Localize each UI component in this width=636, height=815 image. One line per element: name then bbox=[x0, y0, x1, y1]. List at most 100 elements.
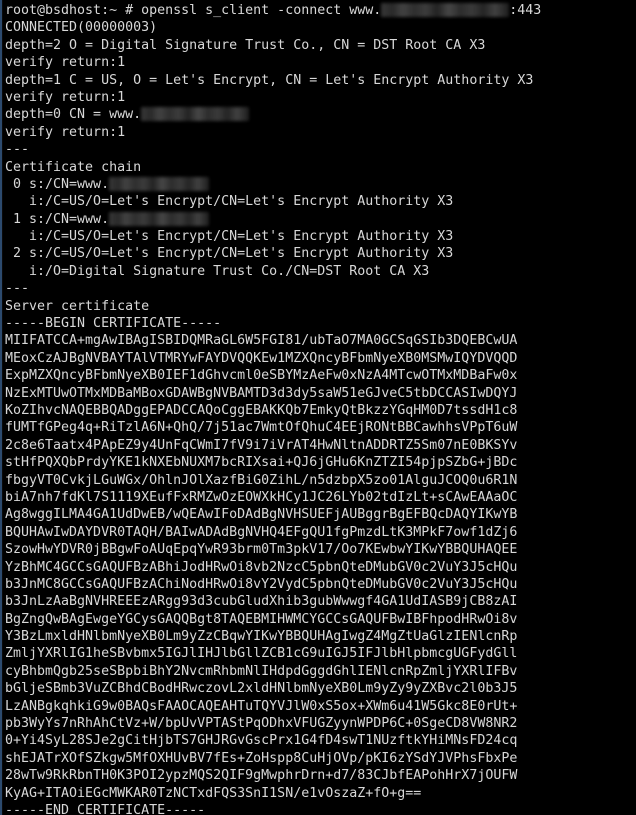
certificate-base64-line: SzowHwYDVR0jBBgwFoAUqEpqYwR93brm0Tm3pkV1… bbox=[5, 542, 518, 558]
line-text: --- bbox=[5, 142, 30, 158]
terminal-line: b3JnLzAaBgNVHREEEzARgg93d3cubGludXhib3gu… bbox=[5, 593, 636, 610]
line-text: verify return:1 bbox=[5, 124, 126, 140]
certificate-base64-line: b3JnLzAaBgNVHREEEzARgg93d3cubGludXhib3gu… bbox=[5, 594, 518, 610]
terminal-line: 1 s:/CN=www. bbox=[5, 211, 636, 228]
line-text: depth=1 C = US, O = Let's Encrypt, CN = … bbox=[5, 72, 534, 88]
terminal-line: MIIFATCCA+mgAwIBAgISBIDQMRaGL6W5FGI81/ub… bbox=[5, 332, 636, 349]
certificate-base64-line: Ag8wggILMA4GA1UdDwEB/wQEAwIFoDAdBgNVHSUE… bbox=[5, 507, 518, 523]
terminal-line: depth=2 O = Digital Signature Trust Co.,… bbox=[5, 37, 636, 54]
certificate-base64-line: stHfPQXQbPrdyYKE1kNXEbNUXM7bcRIXsai+QJ6j… bbox=[5, 455, 518, 471]
terminal-line: verify return:1 bbox=[5, 124, 636, 141]
terminal-line: --- bbox=[5, 141, 636, 158]
certificate-base64-line: LzANBgkqhkiG9w0BAQsFAAOCAQEAHTuTQYVJlW0x… bbox=[5, 698, 518, 714]
terminal-line: i:/C=US/O=Let's Encrypt/CN=Let's Encrypt… bbox=[5, 193, 636, 210]
terminal-line: 28wTw9RkRbnTH0K3POI2ypzMQS2QIF9gMwphrDrn… bbox=[5, 767, 636, 784]
line-text: depth=2 O = Digital Signature Trust Co.,… bbox=[5, 37, 486, 53]
terminal-output-area[interactable]: root@bsdhost:~ # openssl s_client -conne… bbox=[3, 0, 636, 815]
certificate-base64-line: KoZIhvcNAQEBBQADggEPADCCAQoCggEBAKKQb7Em… bbox=[5, 402, 518, 418]
line-text: 0 s:/CN=www. bbox=[5, 176, 110, 192]
terminal-line: SzowHwYDVR0jBBgwFoAUqEpqYwR93brm0Tm3pkV1… bbox=[5, 541, 636, 558]
line-text: Server certificate bbox=[5, 298, 150, 314]
line-text: --- bbox=[5, 281, 30, 297]
line-text: -----END CERTIFICATE----- bbox=[5, 802, 206, 815]
line-text: -----BEGIN CERTIFICATE----- bbox=[5, 316, 222, 332]
certificate-base64-line: b3JnMC8GCCsGAQUFBzAChiNodHRwOi8vY2VydC5p… bbox=[5, 576, 518, 592]
terminal-line: MEoxCzAJBgNVBAYTAlVTMRYwFAYDVQQKEw1MZXQn… bbox=[5, 350, 636, 367]
terminal-line: i:/O=Digital Signature Trust Co./CN=DST … bbox=[5, 263, 636, 280]
line-text: 1 s:/CN=www. bbox=[5, 211, 110, 227]
terminal-line: cyBhbmQgb25seSBpbiBhY2NvcmRhbmNlIHdpdGgg… bbox=[5, 663, 636, 680]
line-text: CONNECTED(00000003) bbox=[5, 20, 158, 36]
terminal-line: BgZngQwBAgEwgeYGCysGAQQBgt8TAQEBMIHWMCYG… bbox=[5, 611, 636, 628]
certificate-base64-line: pb3WyYs7nRhAhCtVz+W/bpUvVPTAStPqODhxVFUG… bbox=[5, 716, 518, 732]
terminal-line: Ag8wggILMA4GA1UdDwEB/wQEAwIFoDAdBgNVHSUE… bbox=[5, 506, 636, 523]
certificate-base64-line: shEJATrXOfSZkgw5MfOXHUvBV7fEs+ZoHspp8CuH… bbox=[5, 750, 518, 766]
terminal-line: YzBhMC4GCCsGAQUFBzABhiJodHRwOi8vb2NzcC5p… bbox=[5, 559, 636, 576]
terminal-line: b3JnMC8GCCsGAQUFBzAChiNodHRwOi8vY2VydC5p… bbox=[5, 576, 636, 593]
terminal-line: fUMTfGPeg4q+RiTzlA6N+QhQ/7j51ac7WmtOfQhu… bbox=[5, 419, 636, 436]
terminal-line: NzExMTUwOTMxMDBaMBoxGDAWBgNVBAMTD3d3dy5s… bbox=[5, 385, 636, 402]
certificate-base64-line: biA7nh7fdKl7S1119XEufFxRMZwOzEOWXkHCy1JC… bbox=[5, 489, 518, 505]
certificate-base64-line: ZmljYXRlIG1heSBvbmx5IGJlIHJlbGllZCB1cG9u… bbox=[5, 646, 518, 662]
terminal-line: biA7nh7fdKl7S1119XEufFxRMZwOzEOWXkHCy1JC… bbox=[5, 489, 636, 506]
certificate-base64-line: 0+Yi4SyL28SJe2gCitHjbTS7GHJRGvGscPrx1G4f… bbox=[5, 733, 518, 749]
line-text: verify return:1 bbox=[5, 55, 126, 71]
terminal-line: 0+Yi4SyL28SJe2gCitHjbTS7GHJRGvGscPrx1G4f… bbox=[5, 732, 636, 749]
certificate-base64-line: KyAG+ITAOiEGcMWKAR0TzNCTxdFQS3SnI1SN/e1v… bbox=[5, 785, 422, 801]
terminal-line: pb3WyYs7nRhAhCtVz+W/bpUvVPTAStPqODhxVFUG… bbox=[5, 715, 636, 732]
terminal-line: depth=1 C = US, O = Let's Encrypt, CN = … bbox=[5, 72, 636, 89]
line-text: 2 s:/C=US/O=Let's Encrypt/CN=Let's Encry… bbox=[5, 246, 454, 262]
certificate-base64-line: 2c8e6Taatx4PApEZ9y4UnFqCWmI7fV9i7iVrAT4H… bbox=[5, 437, 518, 453]
certificate-base64-line: BQUHAwIwDAYDVR0TAQH/BAIwADAdBgNVHQ4EFgQU… bbox=[5, 524, 518, 540]
terminal-line: root@bsdhost:~ # openssl s_client -conne… bbox=[5, 2, 636, 19]
certificate-base64-line: 28wTw9RkRbnTH0K3POI2ypzMQS2QIF9gMwphrDrn… bbox=[5, 768, 518, 784]
terminal-line: ExpMZXQncyBFbmNyeXB0IEF1dGhvcml0eSBYMzAe… bbox=[5, 367, 636, 384]
terminal-line: 2c8e6Taatx4PApEZ9y4UnFqCWmI7fV9i7iVrAT4H… bbox=[5, 437, 636, 454]
terminal-window[interactable]: root@bsdhost:~ # openssl s_client -conne… bbox=[0, 0, 636, 815]
certificate-base64-line: BgZngQwBAgEwgeYGCysGAQQBgt8TAQEBMIHWMCYG… bbox=[5, 611, 518, 627]
certificate-base64-line: YzBhMC4GCCsGAQUFBzABhiJodHRwOi8vb2NzcC5p… bbox=[5, 559, 518, 575]
terminal-line: LzANBgkqhkiG9w0BAQsFAAOCAQEAHTuTQYVJlW0x… bbox=[5, 698, 636, 715]
terminal-line: 0 s:/CN=www. bbox=[5, 176, 636, 193]
terminal-line: BQUHAwIwDAYDVR0TAQH/BAIwADAdBgNVHQ4EFgQU… bbox=[5, 524, 636, 541]
terminal-line: KyAG+ITAOiEGcMWKAR0TzNCTxdFQS3SnI1SN/e1v… bbox=[5, 785, 636, 802]
line-text: verify return:1 bbox=[5, 89, 126, 105]
terminal-line: depth=0 CN = www. bbox=[5, 106, 636, 123]
certificate-base64-line: ExpMZXQncyBFbmNyeXB0IEF1dGhvcml0eSBYMzAe… bbox=[5, 368, 518, 384]
terminal-line: -----BEGIN CERTIFICATE----- bbox=[5, 315, 636, 332]
redacted-hostname-block bbox=[141, 107, 250, 122]
certificate-base64-line: NzExMTUwOTMxMDBaMBoxGDAWBgNVBAMTD3d3dy5s… bbox=[5, 385, 518, 401]
terminal-line: shEJATrXOfSZkgw5MfOXHUvBV7fEs+ZoHspp8CuH… bbox=[5, 750, 636, 767]
redacted-hostname-block bbox=[109, 176, 210, 191]
terminal-line: Certificate chain bbox=[5, 159, 636, 176]
terminal-line: Y3BzLmxldHNlbmNyeXB0Lm9yZzCBqwYIKwYBBQUH… bbox=[5, 628, 636, 645]
terminal-line: stHfPQXQbPrdyYKE1kNXEbNUXM7bcRIXsai+QJ6j… bbox=[5, 454, 636, 471]
line-text: depth=0 CN = www. bbox=[5, 107, 142, 123]
line-text: i:/C=US/O=Let's Encrypt/CN=Let's Encrypt… bbox=[5, 229, 454, 245]
terminal-line: verify return:1 bbox=[5, 89, 636, 106]
line-text: i:/C=US/O=Let's Encrypt/CN=Let's Encrypt… bbox=[5, 194, 454, 210]
terminal-line: fbgyVT0CvkjLGuWGx/OhlnJOlXazfBiG0ZihL/n5… bbox=[5, 472, 636, 489]
terminal-line: CONNECTED(00000003) bbox=[5, 19, 636, 36]
certificate-base64-line: MIIFATCCA+mgAwIBAgISBIDQMRaGL6W5FGI81/ub… bbox=[5, 333, 518, 349]
line-text: i:/O=Digital Signature Trust Co./CN=DST … bbox=[5, 263, 430, 279]
terminal-line: -----END CERTIFICATE----- bbox=[5, 802, 636, 815]
certificate-base64-line: MEoxCzAJBgNVBAYTAlVTMRYwFAYDVQQKEw1MZXQn… bbox=[5, 350, 518, 366]
certificate-base64-line: cyBhbmQgb25seSBpbiBhY2NvcmRhbmNlIHdpdGgg… bbox=[5, 663, 518, 679]
redacted-hostname-block bbox=[381, 3, 510, 17]
redacted-hostname-block bbox=[109, 211, 210, 226]
terminal-line: verify return:1 bbox=[5, 54, 636, 71]
terminal-line: i:/C=US/O=Let's Encrypt/CN=Let's Encrypt… bbox=[5, 228, 636, 245]
terminal-line: --- bbox=[5, 280, 636, 297]
line-text: Certificate chain bbox=[5, 159, 142, 175]
certificate-base64-line: Y3BzLmxldHNlbmNyeXB0Lm9yZzCBqwYIKwYBBQUH… bbox=[5, 629, 518, 645]
terminal-line: Server certificate bbox=[5, 298, 636, 315]
certificate-base64-line: fbgyVT0CvkjLGuWGx/OhlnJOlXazfBiG0ZihL/n5… bbox=[5, 472, 518, 488]
terminal-line: ZmljYXRlIG1heSBvbmx5IGJlIHJlbGllZCB1cG9u… bbox=[5, 645, 636, 662]
certificate-base64-line: fUMTfGPeg4q+RiTzlA6N+QhQ/7j51ac7WmtOfQhu… bbox=[5, 420, 518, 436]
terminal-line: KoZIhvcNAQEBBQADggEPADCCAQoCggEBAKKQb7Em… bbox=[5, 402, 636, 419]
shell-prompt-command: root@bsdhost:~ # openssl s_client -conne… bbox=[5, 3, 382, 18]
certificate-base64-line: bGljeSBmb3VuZCBhdCBodHRwczovL2xldHNlbmNy… bbox=[5, 681, 518, 697]
line-text-suffix: :443 bbox=[509, 3, 542, 18]
window-left-edge-accent bbox=[0, 0, 3, 815]
